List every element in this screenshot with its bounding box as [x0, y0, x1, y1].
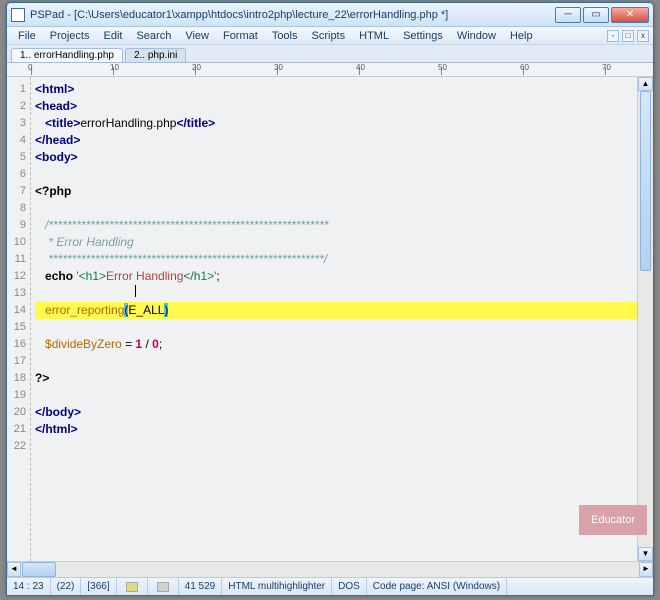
status-icon1	[117, 578, 148, 595]
scroll-up-icon[interactable]: ▲	[638, 77, 653, 91]
code-line[interactable]: * Error Handling	[35, 234, 653, 251]
scroll-left-icon[interactable]: ◄	[7, 562, 21, 577]
maximize-button[interactable]: ▭	[583, 7, 609, 23]
code-line[interactable]: </head>	[35, 132, 653, 149]
minimize-button[interactable]: ─	[555, 7, 581, 23]
menu-projects[interactable]: Projects	[43, 29, 97, 43]
titlebar[interactable]: PSPad - [C:\Users\educator1\xampp\htdocs…	[7, 3, 653, 27]
scroll-down-icon[interactable]: ▼	[638, 547, 653, 561]
scroll-thumb[interactable]	[640, 91, 651, 271]
statusbar: 14 : 23 (22) [366] 41 529 HTML multihigh…	[7, 577, 653, 595]
code-line[interactable]: <?php	[35, 183, 653, 200]
code-line[interactable]: <html>	[35, 81, 653, 98]
horizontal-scrollbar[interactable]: ◄ ►	[7, 561, 653, 577]
watermark-badge: Educator	[579, 505, 647, 535]
code-line[interactable]	[35, 285, 653, 302]
status-total: [366]	[81, 578, 116, 595]
mdi-close-button[interactable]: x	[637, 30, 649, 42]
app-icon	[11, 8, 25, 22]
status-col: 41 529	[179, 578, 223, 595]
menubar: File Projects Edit Search View Format To…	[7, 27, 653, 45]
menu-edit[interactable]: Edit	[96, 29, 129, 43]
code-line[interactable]: </body>	[35, 404, 653, 421]
code-line[interactable]	[35, 166, 653, 183]
hscroll-track[interactable]	[56, 562, 639, 577]
mdi-restore-button[interactable]: □	[622, 30, 634, 42]
menu-window[interactable]: Window	[450, 29, 503, 43]
status-codepage[interactable]: Code page: ANSI (Windows)	[367, 578, 507, 595]
hscroll-thumb[interactable]	[22, 562, 56, 577]
code-line[interactable]: ?>	[35, 370, 653, 387]
code-line[interactable]	[35, 319, 653, 336]
status-icon2	[148, 578, 179, 595]
editor-area[interactable]: 12345678910111213141516171819202122 <htm…	[7, 77, 653, 561]
line-gutter: 12345678910111213141516171819202122	[7, 77, 31, 561]
code-line[interactable]: /***************************************…	[35, 217, 653, 234]
close-button[interactable]: ✕	[611, 7, 649, 23]
code-line[interactable]	[35, 387, 653, 404]
tab-errorhandling[interactable]: 1.. errorHandling.php	[11, 48, 123, 62]
code-line[interactable]: <body>	[35, 149, 653, 166]
document-tabs: 1.. errorHandling.php 2.. php.ini	[7, 45, 653, 63]
code-line[interactable]: </html>	[35, 421, 653, 438]
code-line[interactable]: error_reporting(E_ALL)	[35, 302, 653, 319]
code-line[interactable]: <head>	[35, 98, 653, 115]
code-area[interactable]: <html><head> <title>errorHandling.php</t…	[31, 77, 653, 561]
tab-phpini[interactable]: 2.. php.ini	[125, 48, 186, 62]
menu-scripts[interactable]: Scripts	[305, 29, 353, 43]
code-line[interactable]: $divideByZero = 1 / 0;	[35, 336, 653, 353]
code-line[interactable]	[35, 353, 653, 370]
window-title: PSPad - [C:\Users\educator1\xampp\htdocs…	[30, 9, 555, 21]
code-line[interactable]: ****************************************…	[35, 251, 653, 268]
menu-format[interactable]: Format	[216, 29, 265, 43]
menu-view[interactable]: View	[178, 29, 216, 43]
vertical-scrollbar[interactable]: ▲ ▼	[637, 77, 653, 561]
menu-help[interactable]: Help	[503, 29, 540, 43]
status-position: 14 : 23	[7, 578, 51, 595]
code-line[interactable]: <title>errorHandling.php</title>	[35, 115, 653, 132]
code-line[interactable]	[35, 438, 653, 455]
code-line[interactable]: echo '<h1>Error Handling</h1>';	[35, 268, 653, 285]
menu-tools[interactable]: Tools	[265, 29, 305, 43]
menu-search[interactable]: Search	[129, 29, 178, 43]
status-eol[interactable]: DOS	[332, 578, 367, 595]
menu-file[interactable]: File	[11, 29, 43, 43]
ruler: 010203040506070	[7, 63, 653, 77]
code-line[interactable]	[35, 200, 653, 217]
status-selection: (22)	[51, 578, 82, 595]
mdi-minimize-button[interactable]: -	[607, 30, 619, 42]
menu-settings[interactable]: Settings	[396, 29, 450, 43]
app-window: PSPad - [C:\Users\educator1\xampp\htdocs…	[6, 2, 654, 596]
menu-html[interactable]: HTML	[352, 29, 396, 43]
scroll-right-icon[interactable]: ►	[639, 562, 653, 577]
status-highlighter[interactable]: HTML multihighlighter	[222, 578, 332, 595]
